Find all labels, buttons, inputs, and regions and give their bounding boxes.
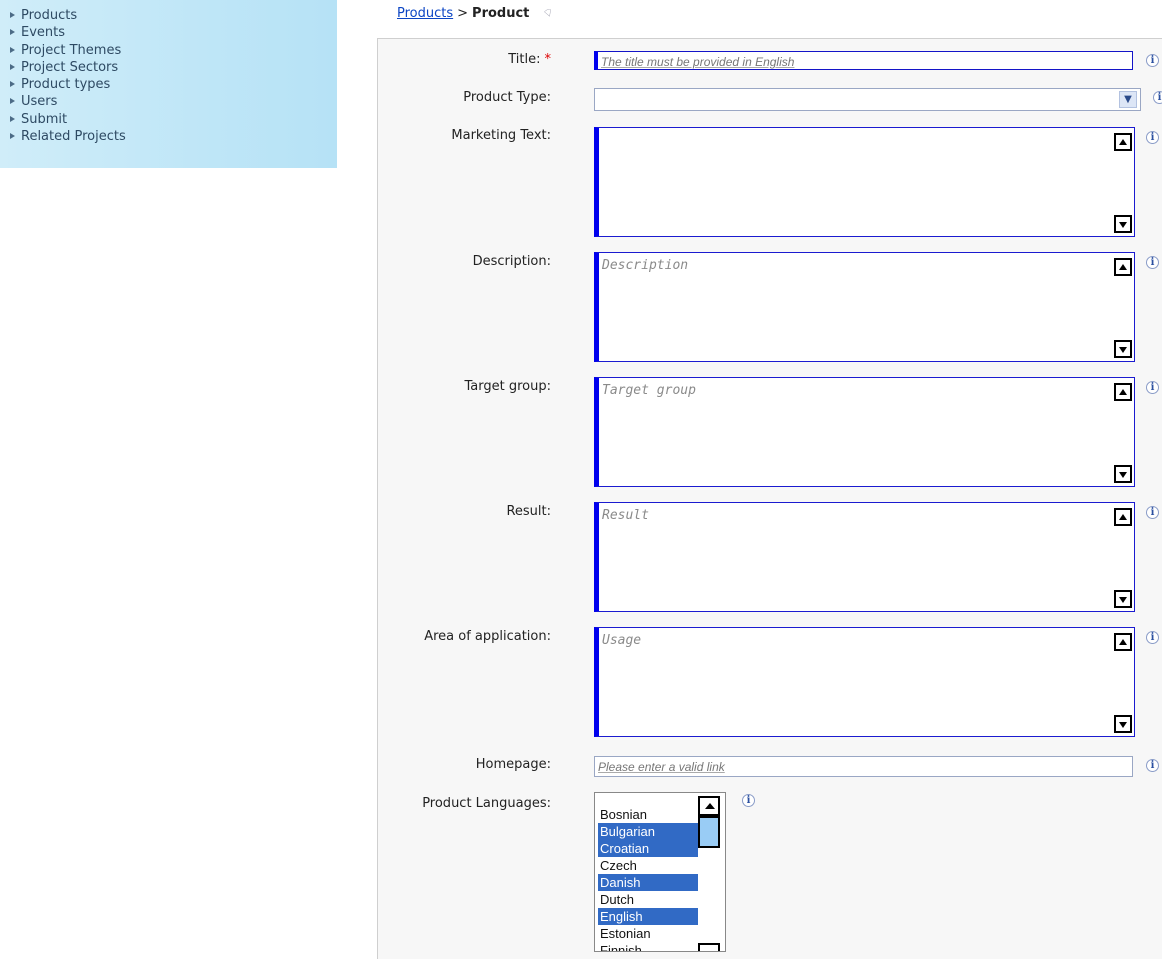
arrow-up-icon[interactable] [1114, 633, 1132, 651]
title-placeholder: The title must be provided in English [601, 55, 795, 69]
info-icon[interactable]: i [1146, 759, 1159, 772]
triangle-right-icon [10, 46, 15, 53]
info-icon[interactable]: i [742, 794, 755, 807]
language-option[interactable]: Bulgarian [598, 823, 698, 840]
info-icon[interactable]: i [1146, 631, 1159, 644]
language-option[interactable]: Danish [598, 874, 698, 891]
chevron-down-icon[interactable]: ▼ [1119, 91, 1137, 108]
title-input[interactable]: The title must be provided in English [594, 51, 1133, 70]
info-icon[interactable]: i [1146, 256, 1159, 269]
breadcrumb-link-products[interactable]: Products [397, 6, 453, 21]
language-option[interactable]: Finnish [598, 942, 698, 951]
arrow-up-icon[interactable] [1114, 383, 1132, 401]
sidebar-item-project-themes[interactable]: Project Themes [8, 42, 337, 59]
target-group-textarea[interactable]: Target group [594, 377, 1135, 487]
triangle-right-icon [10, 133, 15, 140]
language-option[interactable]: English [598, 908, 698, 925]
homepage-label: Homepage: [475, 757, 551, 772]
triangle-right-icon [10, 63, 15, 70]
arrow-down-icon[interactable] [1114, 465, 1132, 483]
sidebar-item-label: Users [21, 94, 58, 110]
language-option[interactable]: Bosnian [598, 806, 698, 823]
info-icon[interactable]: i [1146, 131, 1159, 144]
result-label: Result: [506, 504, 551, 519]
info-icon[interactable]: i [1146, 381, 1159, 394]
arrow-down-icon[interactable] [1114, 590, 1132, 608]
breadcrumb-separator: > [457, 6, 469, 21]
sidebar-item-events[interactable]: Events [8, 24, 337, 41]
sidebar-item-label: Events [21, 25, 66, 41]
sidebar-item-users[interactable]: Users [8, 93, 337, 110]
triangle-right-icon [10, 29, 15, 36]
marketing-text-label: Marketing Text: [451, 128, 551, 143]
language-option[interactable]: Estonian [598, 925, 698, 942]
sidebar-item-product-types[interactable]: Product types [8, 76, 337, 93]
sidebar-item-label: Related Projects [21, 129, 126, 145]
product-type-select[interactable]: ▼ [594, 88, 1141, 111]
sidebar-item-label: Project Themes [21, 42, 122, 58]
arrow-down-icon[interactable] [1114, 715, 1132, 733]
marketing-text-textarea[interactable] [594, 127, 1135, 237]
info-icon[interactable]: i [1146, 54, 1159, 67]
sidebar-item-label: Project Sectors [21, 59, 119, 75]
product-type-label: Product Type: [463, 90, 551, 105]
description-placeholder: Description [602, 258, 689, 273]
arrow-down-icon[interactable] [1114, 215, 1132, 233]
sidebar-item-project-sectors[interactable]: Project Sectors [8, 59, 337, 76]
product-languages-listbox[interactable]: Bosnian Bulgarian Croatian Czech Danish … [594, 792, 726, 952]
title-label-text: Title: [508, 52, 541, 67]
language-option[interactable]: Czech [598, 857, 698, 874]
target-group-label: Target group: [464, 379, 552, 394]
homepage-input[interactable]: Please enter a valid link [594, 756, 1133, 777]
arrow-up-icon[interactable] [1114, 133, 1132, 151]
breadcrumb-current: Product [472, 6, 530, 21]
triangle-right-icon [10, 12, 15, 18]
scrollbar-thumb[interactable] [698, 816, 720, 848]
description-textarea[interactable]: Description [594, 252, 1135, 362]
sidebar-item-label: Products [21, 8, 78, 23]
result-textarea[interactable]: Result [594, 502, 1135, 612]
pin-icon[interactable]: ⌔ [541, 5, 557, 23]
target-group-placeholder: Target group [602, 383, 696, 398]
sidebar-item-label: Submit [21, 111, 68, 127]
sidebar-item-products[interactable]: Products [8, 7, 337, 24]
info-icon[interactable]: i [1146, 506, 1159, 519]
sidebar-item-label: Product types [21, 77, 111, 93]
language-option[interactable]: Croatian [598, 840, 698, 857]
info-icon[interactable]: i [1153, 91, 1162, 104]
result-placeholder: Result [602, 508, 649, 523]
description-label: Description: [472, 254, 551, 269]
area-of-application-textarea[interactable]: Usage [594, 627, 1135, 737]
title-label: Title: * [508, 52, 551, 67]
breadcrumb: Products > Product ⌔ [397, 5, 557, 23]
sidebar-menu: Products Events Project Themes Project S… [0, 0, 337, 145]
arrow-down-icon[interactable] [698, 943, 720, 951]
sidebar-item-related-projects[interactable]: Related Projects [8, 128, 337, 145]
arrow-down-icon[interactable] [1114, 340, 1132, 358]
usage-placeholder: Usage [602, 633, 642, 648]
sidebar: Products Events Project Themes Project S… [0, 0, 337, 168]
sidebar-item-submit[interactable]: Submit [8, 111, 337, 128]
required-mark: * [544, 52, 552, 67]
triangle-right-icon [10, 98, 15, 105]
language-option[interactable]: Dutch [598, 891, 698, 908]
triangle-right-icon [10, 81, 15, 88]
arrow-up-icon[interactable] [1114, 258, 1132, 276]
arrow-up-icon[interactable] [1114, 508, 1132, 526]
arrow-up-icon[interactable] [698, 796, 720, 816]
triangle-right-icon [10, 115, 15, 122]
homepage-placeholder: Please enter a valid link [598, 760, 725, 774]
area-of-application-label: Area of application: [424, 629, 551, 644]
product-languages-label: Product Languages: [422, 796, 551, 811]
